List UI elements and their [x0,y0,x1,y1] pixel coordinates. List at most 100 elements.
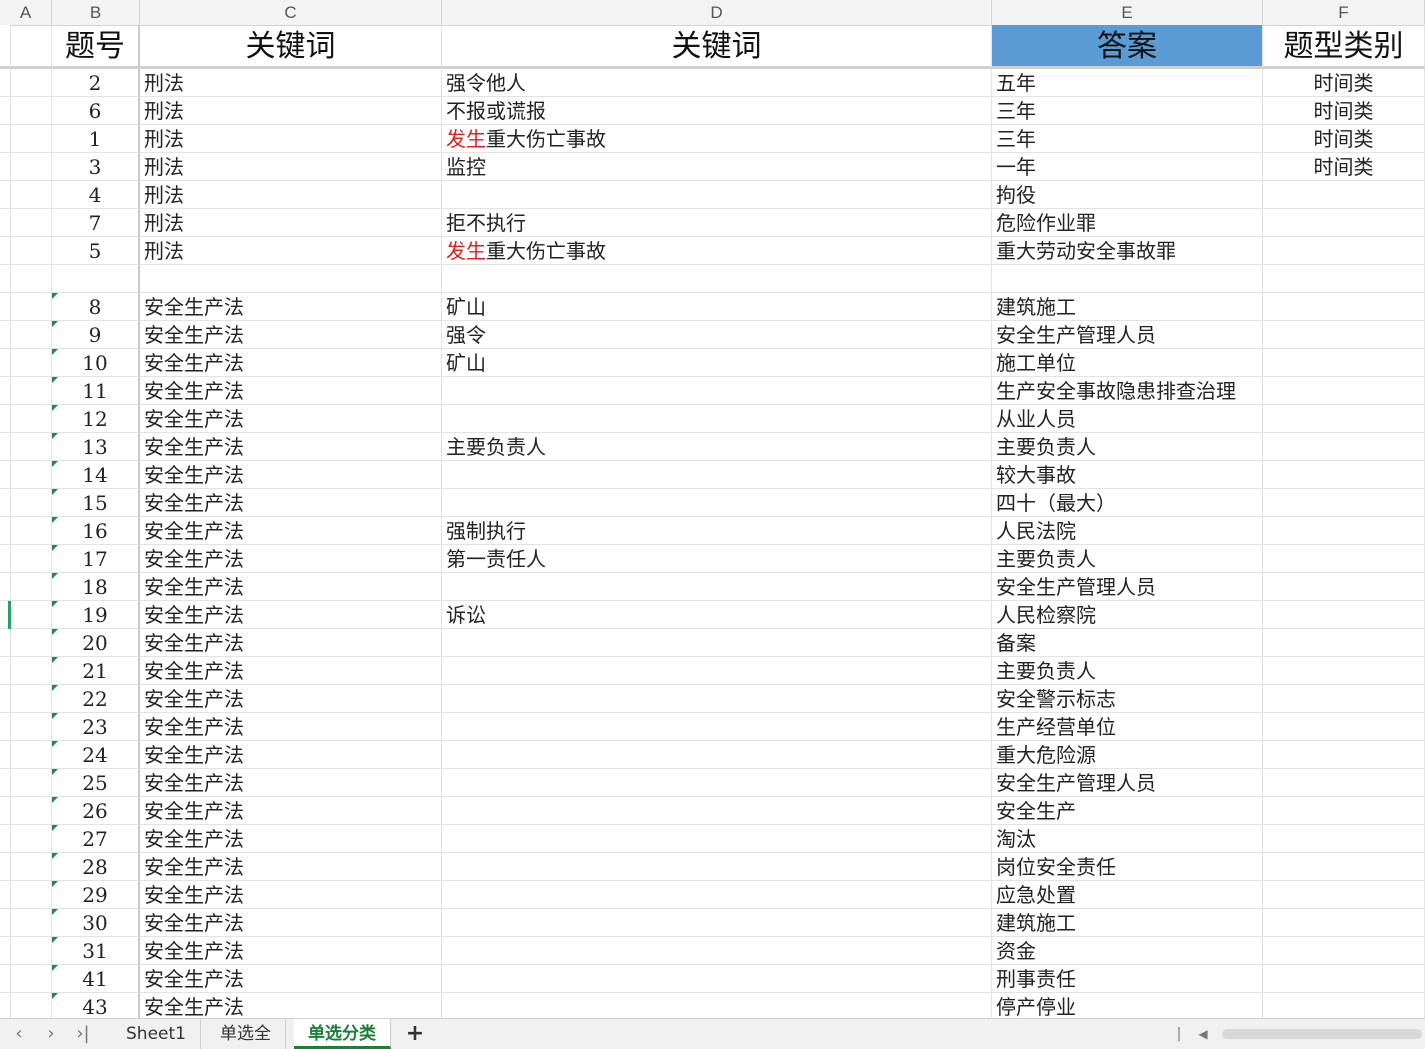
cell-a[interactable] [11,909,52,937]
cell-a[interactable] [11,965,52,993]
cell-keyword-2[interactable] [442,881,992,909]
header-cell-keyword-2[interactable]: 关键词 [442,25,992,69]
cell-a[interactable] [11,937,52,965]
cell-a[interactable] [11,125,52,153]
cell-number[interactable]: 41 [52,965,140,993]
cell-keyword-2[interactable]: 发生重大伤亡事故 [442,125,992,153]
header-cell-category[interactable]: 题型类别 [1263,25,1425,69]
cell-keyword-2[interactable] [442,489,992,517]
cell-answer[interactable]: 安全生产 [992,797,1263,825]
cell-answer[interactable]: 岗位安全责任 [992,853,1263,881]
cell-answer[interactable] [992,265,1263,293]
cell-answer[interactable]: 重大危险源 [992,741,1263,769]
cell-number[interactable]: 23 [52,713,140,741]
cell-a[interactable] [11,461,52,489]
cell-answer[interactable]: 主要负责人 [992,657,1263,685]
cell-number[interactable] [52,265,140,293]
cell-answer[interactable]: 安全生产管理人员 [992,573,1263,601]
cell-keyword-1[interactable]: 安全生产法 [140,965,442,993]
column-header-e[interactable]: E [992,0,1263,25]
cell-a[interactable] [11,545,52,573]
cell-keyword-1[interactable]: 刑法 [140,209,442,237]
cell-category[interactable] [1263,349,1425,377]
cell-keyword-2[interactable]: 强令 [442,321,992,349]
cell-number[interactable]: 5 [52,237,140,265]
cell-answer[interactable]: 生产安全事故隐患排查治理 [992,377,1263,405]
cell-category[interactable] [1263,573,1425,601]
cell-number[interactable]: 2 [52,69,140,97]
cell-answer[interactable]: 刑事责任 [992,965,1263,993]
cell-a[interactable] [11,629,52,657]
cell-category[interactable] [1263,629,1425,657]
spreadsheet-grid[interactable]: ABCDEF 题号 关键词 关键词 答案 题型类别 2 刑法 强令他人 五年 时间类 6 刑法 不报或谎… [0,0,1425,1018]
cell-a[interactable] [11,209,52,237]
cell-category[interactable] [1263,461,1425,489]
sheet-tab[interactable]: 单选全 [206,1019,286,1049]
cell-a[interactable] [11,181,52,209]
cell-answer[interactable]: 拘役 [992,181,1263,209]
cell-keyword-1[interactable]: 安全生产法 [140,377,442,405]
cell-keyword-1[interactable]: 刑法 [140,237,442,265]
cell-answer[interactable]: 四十（最大） [992,489,1263,517]
cell-number[interactable]: 12 [52,405,140,433]
cell-keyword-1[interactable]: 刑法 [140,181,442,209]
cell-category[interactable]: 时间类 [1263,69,1425,97]
cell-category[interactable]: 时间类 [1263,125,1425,153]
cell-keyword-1[interactable]: 安全生产法 [140,825,442,853]
cell-number[interactable]: 8 [52,293,140,321]
header-cell-keyword-1[interactable]: 关键词 [140,25,442,69]
last-sheet-icon[interactable]: ›| [72,1023,94,1045]
cell-keyword-2[interactable] [442,937,992,965]
cell-keyword-1[interactable]: 安全生产法 [140,853,442,881]
header-cell-number[interactable]: 题号 [52,25,140,69]
cell-keyword-1[interactable]: 安全生产法 [140,629,442,657]
cell-category[interactable] [1263,797,1425,825]
cell-keyword-2[interactable] [442,629,992,657]
cell-keyword-2[interactable]: 监控 [442,153,992,181]
cell-keyword-1[interactable]: 安全生产法 [140,993,442,1018]
cell-answer[interactable]: 一年 [992,153,1263,181]
cell-category[interactable] [1263,377,1425,405]
cell-number[interactable]: 15 [52,489,140,517]
cell-keyword-1[interactable]: 安全生产法 [140,321,442,349]
cell-a[interactable] [11,853,52,881]
cell-category[interactable] [1263,545,1425,573]
chevron-right-icon[interactable]: › [40,1023,62,1045]
cell-keyword-2[interactable] [442,741,992,769]
cell-keyword-1[interactable]: 刑法 [140,97,442,125]
cell-category[interactable] [1263,909,1425,937]
cell-number[interactable]: 3 [52,153,140,181]
cell-answer[interactable]: 安全生产管理人员 [992,321,1263,349]
cell-keyword-1[interactable]: 安全生产法 [140,769,442,797]
cell-a[interactable] [11,321,52,349]
column-header-f[interactable]: F [1263,0,1425,25]
cell-keyword-2[interactable]: 矿山 [442,349,992,377]
cell-keyword-1[interactable]: 安全生产法 [140,797,442,825]
cell-category[interactable] [1263,825,1425,853]
cell-keyword-1[interactable]: 安全生产法 [140,489,442,517]
cell-keyword-2[interactable] [442,461,992,489]
cell-answer[interactable]: 建筑施工 [992,293,1263,321]
cell-answer[interactable]: 三年 [992,97,1263,125]
cell-answer[interactable]: 安全生产管理人员 [992,769,1263,797]
cell-answer[interactable]: 安全警示标志 [992,685,1263,713]
cell-keyword-2[interactable]: 主要负责人 [442,433,992,461]
cell-a[interactable] [11,601,52,629]
cell-number[interactable]: 43 [52,993,140,1018]
cell-answer[interactable]: 人民法院 [992,517,1263,545]
cell-keyword-1[interactable]: 安全生产法 [140,881,442,909]
cell-number[interactable]: 20 [52,629,140,657]
cell-answer[interactable]: 主要负责人 [992,545,1263,573]
cell-category[interactable] [1263,237,1425,265]
cell-a[interactable] [11,993,52,1018]
cell-a[interactable] [11,377,52,405]
cell-category[interactable] [1263,517,1425,545]
cell-keyword-2[interactable]: 拒不执行 [442,209,992,237]
cell-category[interactable] [1263,853,1425,881]
cell-number[interactable]: 7 [52,209,140,237]
cell-category[interactable] [1263,881,1425,909]
cell-a[interactable] [11,797,52,825]
cell-keyword-1[interactable] [140,265,442,293]
cell-keyword-1[interactable]: 刑法 [140,153,442,181]
cell-category[interactable] [1263,265,1425,293]
